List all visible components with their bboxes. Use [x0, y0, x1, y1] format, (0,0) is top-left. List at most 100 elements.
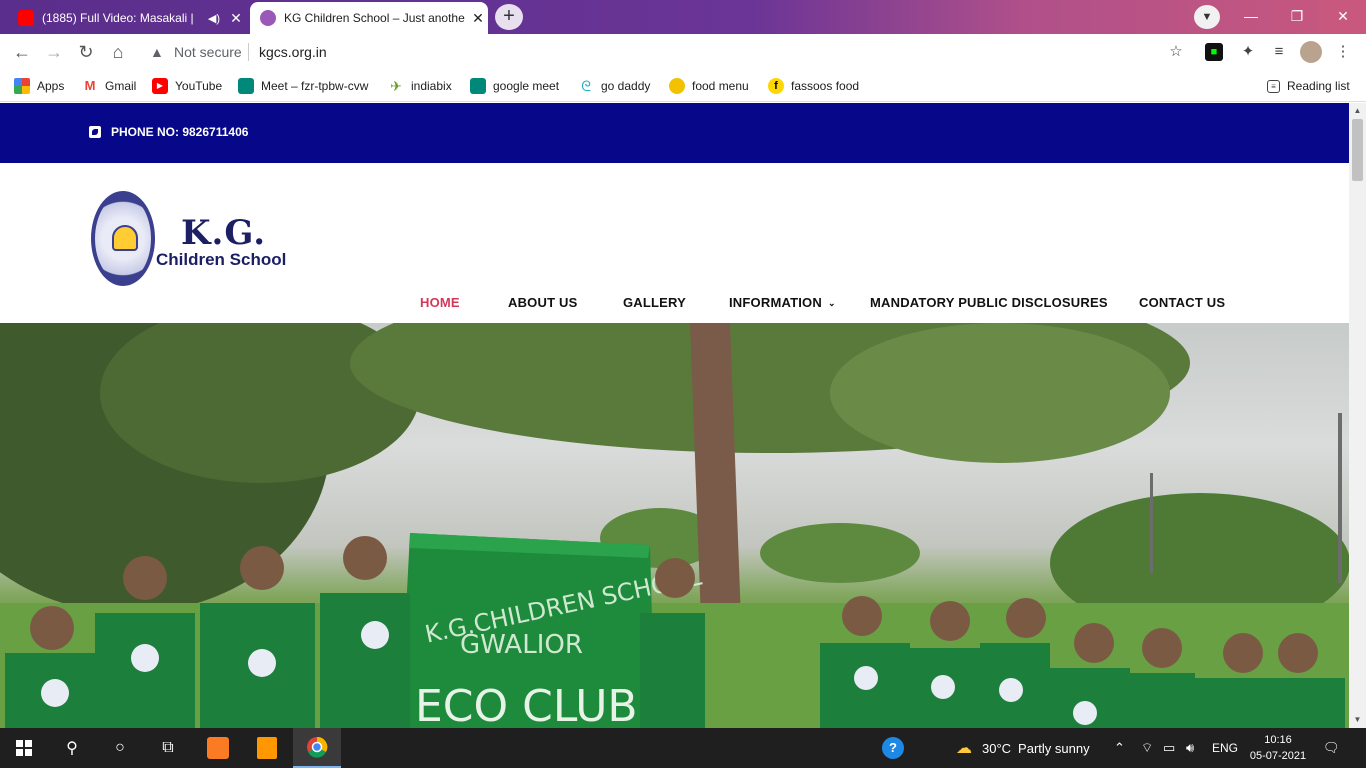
bookmark-label: Gmail — [105, 79, 137, 93]
banner-text-2: GWALIOR — [460, 630, 583, 660]
food-icon — [669, 78, 685, 94]
close-window-button[interactable]: ✕ — [1320, 0, 1366, 32]
site-header: K.G. Children School HOME ABOUT US GALLE… — [0, 163, 1349, 323]
clock-date: 05-07-2021 — [1249, 750, 1307, 762]
cortana-icon[interactable]: ○ — [96, 728, 144, 768]
nav-gallery[interactable]: GALLERY — [623, 295, 686, 310]
eco-club-photo: K.G.CHILDREN SCHOOL GWALIOR ECO CLUB — [0, 323, 1349, 728]
sublime-logo-icon — [257, 737, 277, 759]
bookmark-meet[interactable]: Meet – fzr-tpbw-cvw — [238, 76, 368, 96]
nav-home[interactable]: HOME — [420, 295, 460, 310]
nav-information-label: INFORMATION — [729, 295, 822, 310]
bookmark-label: go daddy — [601, 79, 651, 93]
security-label[interactable]: Not secure — [174, 44, 242, 60]
restore-button[interactable]: ❐ — [1274, 0, 1320, 32]
gmail-icon: M — [84, 78, 96, 93]
close-icon[interactable]: ✕ — [468, 10, 488, 27]
notifications-icon[interactable]: 🗨︎ — [1323, 728, 1340, 768]
language-indicator[interactable]: ENG — [1212, 728, 1238, 768]
close-icon[interactable]: ✕ — [226, 10, 246, 27]
back-arrow-icon[interactable]: ← — [10, 40, 34, 64]
chrome-taskbar-icon[interactable] — [293, 728, 341, 768]
scroll-down-icon[interactable]: ▼ — [1349, 712, 1366, 728]
divider — [248, 43, 249, 61]
bookmark-label: Meet – fzr-tpbw-cvw — [261, 79, 369, 93]
bookmark-label: indiabix — [411, 79, 452, 93]
scrollbar-thumb[interactable] — [1352, 119, 1363, 181]
contact-topbar: PHONE NO: 9826711406 — [0, 103, 1349, 163]
youtube-icon: ▶ — [152, 78, 168, 94]
home-icon[interactable]: ⌂ — [106, 40, 130, 64]
clock-time: 10:16 — [1264, 734, 1292, 746]
search-icon[interactable]: ⚲ — [48, 728, 96, 768]
nav-about-us[interactable]: ABOUT US — [508, 295, 578, 310]
logo-title[interactable]: K.G. — [181, 213, 266, 253]
bookmark-food-menu[interactable]: food menu — [669, 76, 749, 96]
address-bar[interactable]: kgcs.org.in — [259, 44, 327, 60]
weather-condition: Partly sunny — [1018, 740, 1090, 756]
xampp-icon[interactable] — [194, 728, 242, 768]
battery-icon[interactable]: ▭ — [1163, 728, 1175, 768]
bookmark-fassoos[interactable]: f fassoos food — [768, 76, 859, 96]
menu-kebab-icon[interactable]: ⋮ — [1332, 41, 1354, 63]
bookmark-gmail[interactable]: M Gmail — [82, 76, 137, 96]
task-view-icon[interactable]: ⧉ — [144, 728, 192, 768]
media-queue-icon[interactable]: ≡ — [1268, 41, 1290, 63]
bookmark-label: fassoos food — [791, 79, 860, 93]
phone-contact[interactable]: PHONE NO: 9826711406 — [89, 125, 248, 139]
bookmark-youtube[interactable]: ▶ YouTube — [152, 76, 222, 96]
meet-icon — [238, 78, 254, 94]
warning-icon[interactable]: ▲ — [150, 44, 164, 60]
chrome-icon — [307, 736, 328, 758]
nav-contact-us[interactable]: CONTACT US — [1139, 295, 1225, 310]
nav-information[interactable]: INFORMATION ⌄ — [729, 295, 836, 310]
show-hidden-icons[interactable]: ⌃ — [1114, 728, 1125, 768]
new-tab-button[interactable]: + — [495, 4, 523, 30]
reading-list-button[interactable]: ≡ Reading list — [1267, 76, 1350, 96]
chevron-down-icon: ⌄ — [827, 298, 836, 308]
bookmark-label: Apps — [37, 79, 65, 93]
windows-logo-icon — [16, 740, 32, 756]
nav-mandatory-disclosures[interactable]: MANDATORY PUBLIC DISCLOSURES — [870, 295, 1108, 310]
meet-icon — [470, 78, 486, 94]
faasos-icon: f — [768, 78, 784, 94]
bookmark-star-icon[interactable]: ☆ — [1165, 41, 1187, 63]
bookmark-godaddy[interactable]: ᘓ go daddy — [578, 76, 650, 96]
tab-title: (1885) Full Video: Masakali | — [42, 11, 194, 25]
network-icon[interactable]: ⌔ — [1141, 728, 1153, 768]
bookmark-indiabix[interactable]: ✈ indiabix — [388, 76, 452, 96]
bookmark-label: YouTube — [175, 79, 223, 93]
godaddy-icon: ᘓ — [581, 78, 591, 94]
sublime-icon[interactable] — [243, 728, 291, 768]
extension-icon[interactable]: ■ — [1205, 43, 1223, 61]
scroll-up-icon[interactable]: ▲ — [1349, 103, 1366, 119]
browser-titlebar: (1885) Full Video: Masakali | ◀) ✕ KG Ch… — [0, 0, 1366, 34]
page-scrollbar[interactable]: ▲ ▼ — [1349, 103, 1366, 728]
puzzle-icon[interactable]: ✦ — [1237, 41, 1259, 63]
school-seal-logo[interactable] — [91, 191, 155, 286]
logo-subtitle[interactable]: Children School — [156, 250, 286, 270]
windows-start-icon[interactable] — [0, 728, 48, 768]
reload-icon[interactable]: ↻ — [74, 40, 98, 64]
tab-kgcs[interactable]: KG Children School – Just anothe ✕ — [250, 2, 488, 34]
volume-icon[interactable]: 🔊︎ — [1186, 728, 1194, 768]
weather-widget[interactable]: ☁ 30°C Partly sunny — [956, 728, 1090, 768]
xampp-logo-icon — [207, 737, 229, 759]
clock[interactable]: 10:16 05-07-2021 — [1246, 732, 1310, 764]
help-icon[interactable]: ? — [882, 728, 904, 768]
bookmark-apps[interactable]: Apps — [14, 76, 64, 96]
minimize-button[interactable]: — — [1228, 0, 1274, 32]
indiabix-icon: ✈ — [390, 78, 402, 94]
speaker-icon[interactable]: ◀) — [208, 12, 220, 25]
browser-toolbar: ← → ↻ ⌂ ▲ Not secure kgcs.org.in ☆ ■ ✦ ≡… — [0, 34, 1366, 70]
phone-icon — [89, 126, 101, 138]
page-viewport: PHONE NO: 9826711406 K.G. Children Schoo… — [0, 103, 1349, 728]
bookmark-google-meet[interactable]: google meet — [470, 76, 559, 96]
avatar[interactable] — [1300, 41, 1322, 63]
forward-arrow-icon[interactable]: → — [42, 40, 66, 64]
bookmarks-bar: Apps M Gmail ▶ YouTube Meet – fzr-tpbw-c… — [0, 70, 1366, 102]
tab-search-icon[interactable]: ▼ — [1194, 5, 1220, 29]
bookmark-label: food menu — [692, 79, 749, 93]
hero-image: K.G.CHILDREN SCHOOL GWALIOR ECO CLUB — [0, 323, 1349, 728]
tab-youtube[interactable]: (1885) Full Video: Masakali | ◀) ✕ — [8, 2, 246, 34]
